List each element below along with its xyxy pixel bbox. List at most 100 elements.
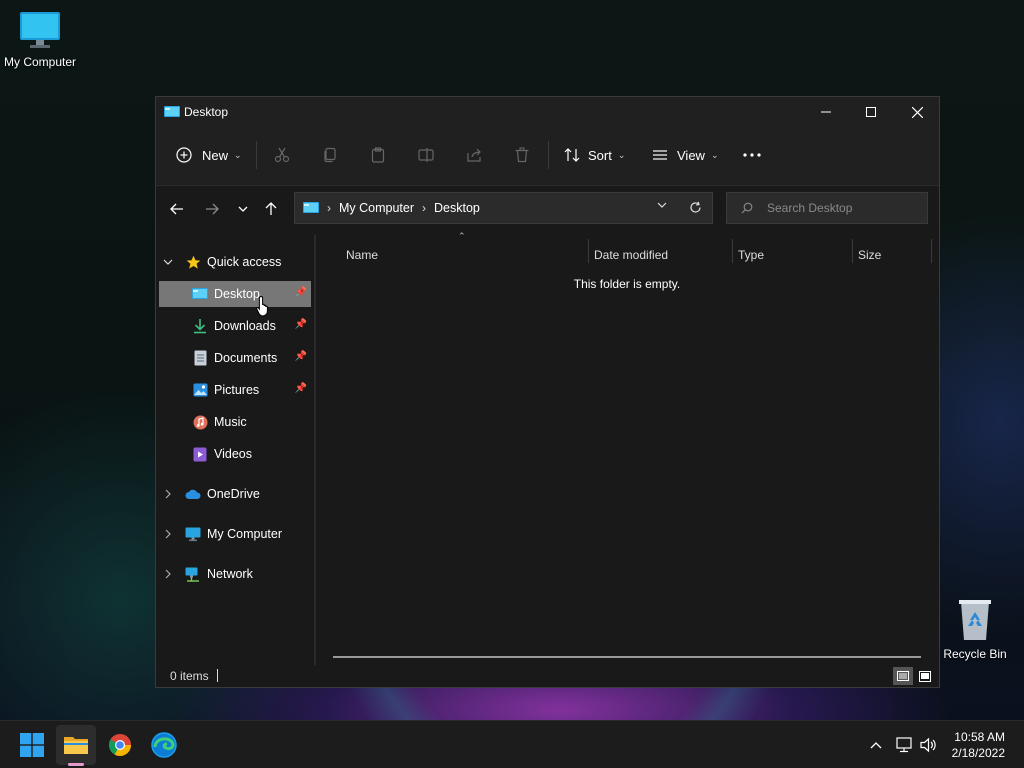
arrow-left-icon	[170, 203, 183, 215]
hand-cursor-icon	[256, 295, 272, 320]
large-icons-view-button[interactable]	[915, 667, 935, 685]
sidebar-item-quick-access[interactable]: Quick access	[159, 249, 311, 275]
paste-button[interactable]	[370, 139, 386, 171]
sidebar-item-label: Documents	[214, 351, 278, 365]
item-count: 0 items	[170, 669, 209, 683]
show-hidden-icons-button[interactable]	[866, 721, 886, 768]
sidebar-item-downloads[interactable]: Downloads 📌	[159, 313, 311, 339]
sidebar-item-my-computer[interactable]: My Computer	[159, 521, 311, 547]
chevron-down-icon: ⌄	[617, 149, 626, 160]
navigation-pane: Quick access Desktop 📌 Downloads 📌 Docum…	[156, 235, 314, 663]
pin-icon: 📌	[294, 287, 307, 298]
download-arrow-icon	[192, 318, 208, 334]
cloud-icon	[185, 486, 201, 502]
pin-icon: 📌	[294, 351, 307, 362]
volume-button[interactable]	[918, 721, 940, 768]
trash-icon	[515, 147, 529, 163]
rename-button[interactable]	[418, 139, 436, 171]
column-header-name[interactable]: Name	[346, 243, 586, 267]
chevron-right-icon[interactable]	[165, 529, 181, 539]
forward-button[interactable]	[201, 197, 223, 221]
close-button[interactable]	[894, 97, 940, 127]
chevron-right-icon[interactable]	[165, 489, 181, 499]
copy-button[interactable]	[322, 139, 338, 171]
edge-icon	[151, 732, 177, 758]
details-view-icon	[897, 671, 909, 681]
up-button[interactable]	[260, 197, 282, 221]
sort-button[interactable]: Sort ⌄	[564, 139, 625, 171]
maximize-icon	[866, 107, 876, 117]
details-view-button[interactable]	[893, 667, 913, 685]
address-bar[interactable]: › My Computer › Desktop	[294, 192, 713, 224]
back-button[interactable]	[166, 197, 188, 221]
search-box[interactable]	[726, 192, 928, 224]
start-button[interactable]	[12, 725, 52, 765]
more-options-button[interactable]	[743, 139, 761, 171]
title-bar[interactable]: Desktop	[156, 97, 939, 127]
sidebar-item-pictures[interactable]: Pictures 📌	[159, 377, 311, 403]
clipboard-icon	[371, 147, 385, 163]
new-label: New	[202, 147, 229, 163]
cut-button[interactable]	[274, 139, 290, 171]
breadcrumb-desktop[interactable]: Desktop	[434, 201, 480, 215]
desktop-icon-my-computer[interactable]: My Computer	[0, 10, 80, 69]
star-icon	[185, 254, 201, 270]
network-status-button[interactable]	[893, 721, 915, 768]
chevron-down-icon: ⌄	[234, 149, 242, 160]
taskbar-file-explorer[interactable]	[56, 725, 96, 766]
minimize-icon	[821, 111, 831, 113]
recent-locations-button[interactable]	[232, 197, 254, 221]
column-divider[interactable]	[931, 239, 932, 263]
breadcrumb-my-computer[interactable]: My Computer	[339, 201, 414, 215]
sidebar-item-onedrive[interactable]: OneDrive	[159, 481, 311, 507]
recycle-bin-icon	[935, 598, 1015, 645]
command-bar: New ⌄ Sort ⌄ View ⌄	[156, 127, 939, 186]
view-label: View	[677, 147, 705, 163]
new-button[interactable]: New ⌄	[176, 139, 242, 171]
horizontal-scrollbar[interactable]	[333, 656, 921, 658]
search-input[interactable]	[765, 200, 919, 216]
sidebar-item-documents[interactable]: Documents 📌	[159, 345, 311, 371]
column-label: Size	[858, 248, 882, 262]
desktop-folder-icon	[303, 201, 319, 215]
start-icon	[20, 733, 44, 757]
taskbar-chrome[interactable]	[100, 725, 140, 765]
column-divider[interactable]	[852, 239, 853, 263]
sidebar-item-music[interactable]: Music	[159, 409, 311, 435]
refresh-button[interactable]	[689, 201, 702, 214]
plus-circle-icon	[176, 147, 192, 163]
taskbar-clock[interactable]: 10:58 AM 2/18/2022	[952, 729, 1005, 761]
sidebar-item-network[interactable]: Network	[159, 561, 311, 587]
clock-date: 2/18/2022	[951, 746, 1005, 760]
close-icon	[911, 106, 923, 118]
column-header-type[interactable]: Type	[738, 243, 850, 267]
maximize-button[interactable]	[848, 97, 894, 127]
sidebar-item-label: Quick access	[207, 255, 282, 269]
address-dropdown-button[interactable]	[657, 202, 667, 209]
column-header-size[interactable]: Size	[858, 243, 928, 267]
sidebar-item-videos[interactable]: Videos	[159, 441, 311, 467]
share-button[interactable]	[466, 139, 482, 171]
column-divider[interactable]	[732, 239, 733, 263]
taskbar-edge[interactable]	[144, 725, 184, 765]
desktop-folder-icon	[192, 286, 208, 302]
sidebar-item-label: Music	[214, 415, 247, 429]
chevron-right-icon[interactable]	[165, 569, 181, 579]
column-header-date-modified[interactable]: Date modified	[594, 243, 730, 267]
speaker-icon	[920, 737, 936, 753]
view-button[interactable]: View ⌄	[652, 139, 719, 171]
desktop-folder-icon	[164, 105, 180, 122]
large-icons-view-icon	[919, 670, 931, 682]
chevron-down-icon[interactable]	[163, 259, 179, 266]
minimize-button[interactable]	[803, 97, 849, 127]
column-divider[interactable]	[588, 239, 589, 263]
sidebar-item-label: Downloads	[214, 319, 276, 333]
chevron-up-icon	[870, 742, 882, 749]
window-title: Desktop	[184, 105, 229, 119]
delete-button[interactable]	[514, 139, 530, 171]
desktop-icon-recycle-bin[interactable]: Recycle Bin	[935, 598, 1015, 661]
sidebar-item-desktop[interactable]: Desktop 📌	[159, 281, 311, 307]
file-explorer-icon	[64, 737, 88, 754]
clock-time: 10:58 AM	[954, 730, 1005, 744]
refresh-icon	[690, 201, 701, 213]
